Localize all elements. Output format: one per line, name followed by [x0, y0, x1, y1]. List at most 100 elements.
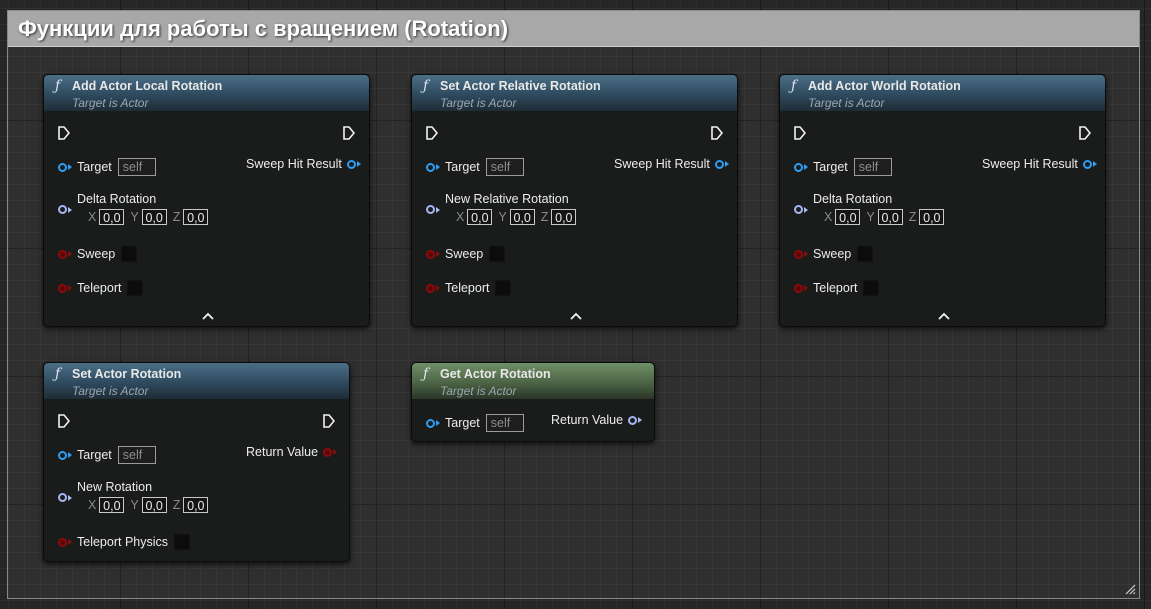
- exec-out-pin-icon[interactable]: [343, 126, 355, 140]
- sweep-hit-result-pin[interactable]: Sweep Hit Result: [614, 157, 729, 171]
- pin-label: Sweep Hit Result: [614, 157, 710, 171]
- teleport-checkbox[interactable]: [127, 280, 144, 296]
- exec-out-pin-icon[interactable]: [711, 126, 723, 140]
- teleport-pin[interactable]: Teleport: [426, 280, 512, 296]
- exec-out-pin-icon[interactable]: [1079, 126, 1091, 140]
- rotation-z-input[interactable]: 0,0: [919, 209, 945, 225]
- node-set-actor-relative-rotation[interactable]: ƒ Set Actor Relative Rotation Target is …: [411, 74, 738, 327]
- node-add-actor-world-rotation[interactable]: ƒ Add Actor World Rotation Target is Act…: [779, 74, 1106, 327]
- rotation-z-input[interactable]: 0,0: [551, 209, 577, 225]
- exec-out-pin-icon[interactable]: [323, 414, 335, 428]
- object-pin-icon[interactable]: [426, 162, 435, 172]
- target-self-field[interactable]: self: [117, 446, 156, 464]
- node-header[interactable]: ƒ Set Actor Relative Rotation Target is …: [412, 75, 737, 111]
- rotator-pin-icon[interactable]: [58, 493, 67, 502]
- teleport-pin[interactable]: Teleport: [58, 280, 144, 296]
- sweep-checkbox[interactable]: [857, 246, 874, 262]
- node-header[interactable]: ƒ Get Actor Rotation Target is Actor: [412, 363, 654, 399]
- rotation-y-input[interactable]: 0,0: [877, 209, 903, 225]
- rotation-z-input[interactable]: 0,0: [183, 209, 209, 225]
- target-pin[interactable]: Target self: [794, 158, 892, 176]
- rotator-pin-icon[interactable]: [426, 205, 435, 214]
- bool-pin-icon[interactable]: [426, 283, 435, 293]
- comment-title-bar[interactable]: Функции для работы с вращением (Rotation…: [8, 11, 1139, 47]
- exec-in-pin-icon[interactable]: [58, 126, 70, 140]
- bool-pin-icon[interactable]: [58, 283, 67, 293]
- rotation-y-input[interactable]: 0,0: [141, 497, 167, 513]
- chevron-up-icon[interactable]: [570, 312, 582, 320]
- resize-grip-icon[interactable]: [1124, 583, 1136, 595]
- rotation-x-input[interactable]: 0,0: [835, 209, 861, 225]
- target-self-field[interactable]: self: [853, 158, 892, 176]
- bool-pin-icon[interactable]: [426, 249, 435, 259]
- bool-out-pin-icon[interactable]: [323, 447, 333, 457]
- target-pin[interactable]: Target self: [58, 158, 156, 176]
- sweep-pin[interactable]: Sweep: [794, 246, 874, 262]
- teleport-pin[interactable]: Teleport: [794, 280, 880, 296]
- target-pin[interactable]: Target self: [58, 446, 156, 464]
- sweep-checkbox[interactable]: [121, 246, 138, 262]
- sweep-pin[interactable]: Sweep: [426, 246, 506, 262]
- target-self-field[interactable]: self: [117, 158, 156, 176]
- sweep-hit-result-pin[interactable]: Sweep Hit Result: [246, 157, 361, 171]
- node-add-actor-local-rotation[interactable]: ƒ Add Actor Local Rotation Target is Act…: [43, 74, 370, 327]
- pin-label: Target: [445, 160, 480, 174]
- rotator-pin-icon[interactable]: [58, 205, 67, 214]
- rotation-y-input[interactable]: 0,0: [509, 209, 535, 225]
- delta-rotation-pin[interactable]: [794, 205, 808, 214]
- pin-label: Teleport Physics: [77, 535, 169, 549]
- node-get-actor-rotation[interactable]: ƒ Get Actor Rotation Target is Actor Tar…: [411, 362, 655, 442]
- teleport-checkbox[interactable]: [495, 280, 512, 296]
- rotation-y-input[interactable]: 0,0: [141, 209, 167, 225]
- struct-out-pin-icon[interactable]: [346, 159, 356, 169]
- chevron-up-icon[interactable]: [938, 312, 950, 320]
- new-rotation-pin[interactable]: [58, 493, 72, 502]
- rotation-x-input[interactable]: 0,0: [99, 497, 125, 513]
- pin-label: Return Value: [551, 413, 624, 427]
- node-header[interactable]: ƒ Set Actor Rotation Target is Actor: [44, 363, 349, 399]
- struct-out-pin-icon[interactable]: [714, 159, 724, 169]
- rotation-x-input[interactable]: 0,0: [99, 209, 125, 225]
- rotation-vector-fields: X 0,0 Y 0,0 Z 0,0: [456, 209, 582, 225]
- pin-label: Teleport: [77, 281, 122, 295]
- bool-pin-icon[interactable]: [794, 249, 803, 259]
- return-value-pin[interactable]: Return Value: [551, 413, 643, 427]
- axis-z-label: Z: [908, 210, 917, 224]
- target-self-field[interactable]: self: [485, 414, 524, 432]
- new-relative-rotation-pin[interactable]: [426, 205, 440, 214]
- object-pin-icon[interactable]: [426, 418, 435, 428]
- bool-pin-icon[interactable]: [58, 249, 67, 259]
- target-pin[interactable]: Target self: [426, 414, 524, 432]
- node-header[interactable]: ƒ Add Actor World Rotation Target is Act…: [780, 75, 1105, 111]
- axis-z-label: Z: [540, 210, 549, 224]
- teleport-checkbox[interactable]: [863, 280, 880, 296]
- pin-label: Sweep: [445, 247, 484, 261]
- sweep-pin[interactable]: Sweep: [58, 246, 138, 262]
- sweep-checkbox[interactable]: [489, 246, 506, 262]
- chevron-up-icon[interactable]: [202, 312, 214, 320]
- exec-in-pin-icon[interactable]: [58, 414, 70, 428]
- node-header[interactable]: ƒ Add Actor Local Rotation Target is Act…: [44, 75, 369, 111]
- pin-arrow-icon: [804, 285, 808, 291]
- rotation-z-input[interactable]: 0,0: [183, 497, 209, 513]
- return-value-pin[interactable]: Return Value: [246, 445, 338, 459]
- node-subtitle: Target is Actor: [440, 384, 517, 398]
- object-pin-icon[interactable]: [794, 162, 803, 172]
- exec-in-pin-icon[interactable]: [426, 126, 438, 140]
- struct-out-pin-icon[interactable]: [1082, 159, 1092, 169]
- rotator-pin-icon[interactable]: [794, 205, 803, 214]
- rotation-x-input[interactable]: 0,0: [467, 209, 493, 225]
- target-pin[interactable]: Target self: [426, 158, 524, 176]
- object-pin-icon[interactable]: [58, 450, 67, 460]
- rotator-out-pin-icon[interactable]: [628, 415, 638, 425]
- bool-pin-icon[interactable]: [794, 283, 803, 293]
- sweep-hit-result-pin[interactable]: Sweep Hit Result: [982, 157, 1097, 171]
- delta-rotation-pin[interactable]: [58, 205, 72, 214]
- node-set-actor-rotation[interactable]: ƒ Set Actor Rotation Target is Actor Tar…: [43, 362, 350, 562]
- bool-pin-icon[interactable]: [58, 537, 67, 547]
- object-pin-icon[interactable]: [58, 162, 67, 172]
- teleport-physics-pin[interactable]: Teleport Physics: [58, 534, 191, 550]
- exec-in-pin-icon[interactable]: [794, 126, 806, 140]
- target-self-field[interactable]: self: [485, 158, 524, 176]
- teleport-physics-checkbox[interactable]: [174, 534, 191, 550]
